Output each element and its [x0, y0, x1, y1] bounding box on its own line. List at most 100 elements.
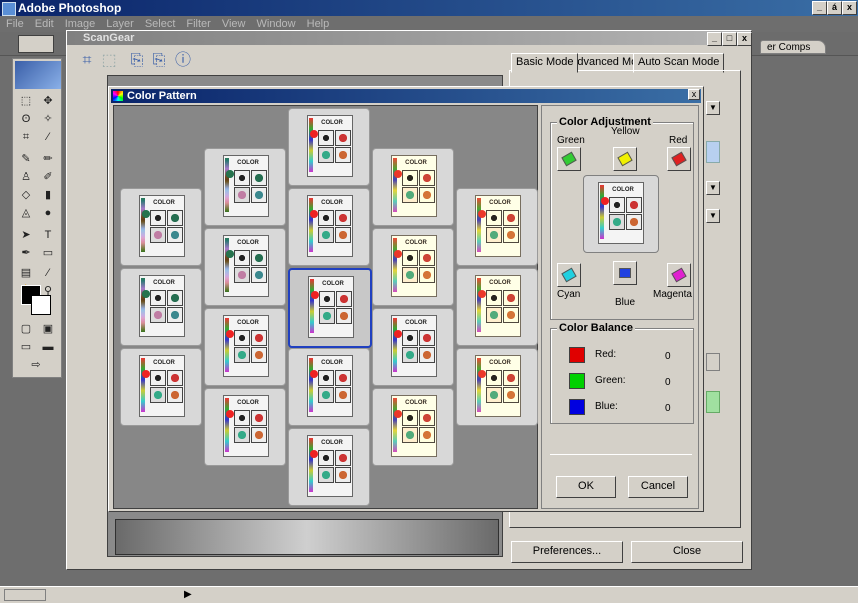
pattern-tile[interactable]: COLOR — [288, 188, 370, 266]
healing-brush-icon[interactable]: ✎ — [17, 151, 35, 167]
play-arrow-icon[interactable]: ▶ — [184, 589, 192, 600]
ok-button[interactable]: OK — [556, 476, 616, 498]
photoshop-title: Adobe Photoshop — [18, 1, 122, 15]
notes-tool-icon[interactable]: ▤ — [17, 265, 35, 281]
tab-basic-mode[interactable]: Basic Mode — [511, 53, 579, 73]
preferences-button[interactable]: Preferences... — [511, 541, 623, 563]
rotate-right-icon[interactable]: ⎘ — [149, 51, 169, 71]
pattern-tile[interactable]: COLOR — [204, 388, 286, 466]
pattern-tile[interactable]: COLOR — [120, 188, 202, 266]
info-icon[interactable]: ⓘ — [173, 51, 193, 71]
standard-mode-icon[interactable]: ▢ — [17, 321, 35, 337]
tool-preset-picker[interactable] — [18, 35, 54, 53]
pattern-tile-selected[interactable]: COLOR — [288, 268, 372, 348]
dodge-tool-icon[interactable]: ● — [39, 205, 57, 221]
pattern-tile[interactable]: COLOR — [372, 388, 454, 466]
rotate-left-icon[interactable]: ⎘ — [127, 51, 147, 71]
pen-tool-icon[interactable]: ✒ — [17, 245, 35, 261]
pattern-tile[interactable]: COLOR — [204, 228, 286, 306]
eraser-tool-icon[interactable]: ◇ — [17, 187, 35, 203]
add-blue-button[interactable] — [613, 261, 637, 285]
pattern-tile[interactable]: COLOR — [456, 188, 538, 266]
color-balance-title: Color Balance — [557, 322, 635, 334]
separator — [550, 454, 692, 455]
scangear-preview-image — [115, 519, 499, 555]
ps-minimize-button[interactable]: _ — [812, 1, 827, 15]
pattern-tile[interactable]: COLOR — [456, 268, 538, 346]
history-brush-icon[interactable]: ✐ — [39, 169, 57, 185]
pattern-tile[interactable]: COLOR — [372, 148, 454, 226]
crop-clear-icon[interactable]: ⬚ — [99, 51, 119, 71]
add-magenta-button[interactable] — [667, 263, 691, 287]
color-pattern-grid: COLOR COLOR COLOR COLOR COLOR COLOR COLO… — [113, 105, 538, 509]
add-red-button[interactable] — [667, 147, 691, 171]
blur-tool-icon[interactable]: ◬ — [17, 205, 35, 221]
dropdown-arrow-icon[interactable]: ▼ — [706, 209, 720, 223]
add-green-button[interactable] — [557, 147, 581, 171]
green-swatch — [569, 373, 585, 389]
close-button[interactable]: Close — [631, 541, 743, 563]
pattern-tile[interactable]: COLOR — [372, 228, 454, 306]
auto-crop-icon[interactable]: ⌗ — [77, 51, 97, 71]
sg-maximize-button[interactable]: □ — [722, 32, 737, 46]
layer-comps-tab[interactable]: er Comps — [760, 40, 826, 54]
red-balance-value: 0 — [665, 351, 671, 362]
quick-mask-icon[interactable]: ▣ — [39, 321, 57, 337]
green-pencil-icon — [561, 151, 577, 167]
pattern-tile[interactable]: COLOR — [456, 348, 538, 426]
menu-edit[interactable]: Edit — [29, 16, 59, 32]
clone-stamp-icon[interactable]: ♙ — [17, 169, 35, 185]
jump-to-imageready-icon[interactable]: ⇨ — [27, 357, 45, 373]
background-color-swatch[interactable] — [31, 295, 51, 315]
preview-button-partial[interactable] — [706, 141, 720, 163]
pattern-tile[interactable]: COLOR — [204, 148, 286, 226]
ps-close-button[interactable]: x — [842, 1, 857, 15]
pattern-tile[interactable]: COLOR — [288, 428, 370, 506]
gradient-tool-icon[interactable]: ▮ — [39, 187, 57, 203]
add-cyan-button[interactable] — [557, 263, 581, 287]
pattern-tile[interactable]: COLOR — [288, 108, 370, 186]
color-wheel-icon — [113, 91, 123, 101]
green-balance-label: Green: — [595, 375, 626, 386]
path-selection-icon[interactable]: ➤ — [17, 227, 35, 243]
photoshop-app-icon — [2, 2, 16, 16]
shape-tool-icon[interactable]: ▭ — [39, 245, 57, 261]
ps-restore-button[interactable]: á — [827, 1, 842, 15]
red-pencil-icon — [671, 151, 687, 167]
move-tool-icon[interactable]: ✥ — [39, 93, 57, 109]
fullscreen-mode-icon[interactable]: ▬ — [39, 339, 57, 355]
type-tool-icon[interactable]: T — [39, 227, 57, 243]
magic-wand-icon[interactable]: ✧ — [39, 111, 57, 127]
slice-tool-icon[interactable]: ⁄ — [39, 129, 57, 145]
cyan-pencil-icon — [561, 267, 577, 283]
screen-mode-icon[interactable]: ▭ — [17, 339, 35, 355]
pattern-tile[interactable]: COLOR — [372, 308, 454, 386]
status-bar: ▶ — [0, 586, 858, 603]
scan-button-partial[interactable] — [706, 391, 720, 413]
blue-balance-label: Blue: — [595, 401, 618, 412]
color-adjustment-group: Color Adjustment Yellow Green Red COLOR … — [550, 116, 694, 320]
dialog-close-button[interactable]: x — [688, 89, 700, 100]
zoom-field[interactable] — [4, 589, 46, 601]
crop-tool-icon[interactable]: ⌗ — [17, 129, 35, 145]
marquee-tool-icon[interactable]: ⬚ — [17, 93, 35, 109]
cancel-button[interactable]: Cancel — [628, 476, 688, 498]
pattern-tile[interactable]: COLOR — [120, 268, 202, 346]
pattern-tile[interactable]: COLOR — [204, 308, 286, 386]
toolbox: ⬚ ✥ ʘ ✧ ⌗ ⁄ ✎ ✏ ♙ ✐ ◇ ▮ ◬ ● ➤ T ✒ ▭ ▤ ⁄ … — [12, 58, 62, 378]
dropdown-arrow-icon[interactable]: ▼ — [706, 181, 720, 195]
eyedropper-icon[interactable]: ⁄ — [39, 265, 57, 281]
add-yellow-button[interactable] — [613, 147, 637, 171]
menu-file[interactable]: File — [0, 16, 29, 32]
lasso-tool-icon[interactable]: ʘ — [17, 111, 35, 127]
sg-minimize-button[interactable]: _ — [707, 32, 722, 46]
red-swatch — [569, 347, 585, 363]
toolbox-header-logo — [15, 61, 61, 89]
pattern-tile[interactable]: COLOR — [288, 348, 370, 426]
dropdown-arrow-icon[interactable]: ▼ — [706, 101, 720, 115]
brush-tool-icon[interactable]: ✏ — [39, 151, 57, 167]
sg-close-button[interactable]: x — [737, 32, 752, 46]
pattern-tile[interactable]: COLOR — [120, 348, 202, 426]
side-button-partial[interactable] — [706, 353, 720, 371]
color-pattern-titlebar: Color Pattern — [111, 89, 701, 103]
